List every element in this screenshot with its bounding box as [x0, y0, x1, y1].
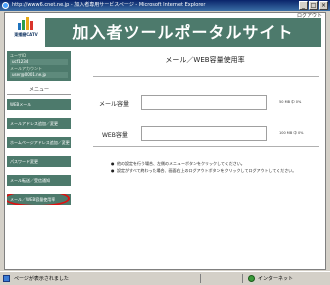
window-controls: _ □ × [299, 1, 328, 10]
page-title: メール／WEB容量使用率 [165, 56, 245, 64]
sidebar-item-mail-forward[interactable]: メール転送／受信通知 [7, 175, 71, 186]
status-bar: ページが表示されました インターネット [0, 271, 330, 285]
close-button[interactable]: × [319, 1, 328, 10]
web-capacity-label: WEB容量 [102, 132, 128, 139]
browser-viewport: 東播磨CATV 加入者ツールポータルサイト ログアウト ユーザID ucf123… [4, 12, 326, 270]
minimize-button[interactable]: _ [299, 1, 308, 10]
status-separator [242, 274, 243, 283]
mail-capacity-label: メール容量 [99, 101, 130, 108]
logout-link[interactable]: ログアウト [297, 13, 322, 19]
status-text: ページが表示されました [14, 276, 69, 282]
page-done-icon [3, 275, 10, 282]
internet-zone-label: インターネット [258, 276, 294, 282]
sidebar-item-mail-address[interactable]: メールアドレス追加／変更 [7, 118, 71, 129]
logo-icon [18, 17, 33, 30]
mail-capacity-usage: 50 MB 中 0% [279, 100, 302, 104]
menu-title: メニュー [7, 86, 71, 95]
web-capacity-meter [141, 126, 267, 141]
brand-name: 東播磨CATV [14, 32, 38, 37]
divider-top [93, 76, 319, 77]
status-separator [200, 274, 201, 283]
sidebar-item-password[interactable]: パスワード変更 [7, 156, 71, 167]
ie-icon [2, 2, 9, 9]
sidebar-item-webmail[interactable]: WEBメール [7, 99, 71, 110]
portal-banner: 加入者ツールポータルサイト [45, 18, 321, 47]
sidebar: ユーザID ucf1234 メールアカウント user@0001.ne.jp メ… [7, 51, 71, 205]
mail-account-value: user@0001.ne.jp [10, 72, 68, 78]
note-logout: 設定がすべて終わった場合、画面右上のログアウトボタンをクリックしてログアウトして… [111, 168, 319, 173]
window-titlebar: http://www6.cnet.ne.jp - 加入者専用サービスページ - … [0, 0, 330, 11]
user-id-value: ucf1234 [10, 59, 68, 65]
window-title: http://www6.cnet.ne.jp - 加入者専用サービスページ - … [12, 2, 206, 8]
account-info: ユーザID ucf1234 メールアカウント user@0001.ne.jp [7, 51, 71, 81]
highlight-circle [7, 194, 70, 205]
mail-capacity-meter [141, 95, 267, 110]
maximize-button[interactable]: □ [309, 1, 318, 10]
notes: 他の設定を行う場合、左側のメニューボタンをクリックしてください。 設定がすべて終… [111, 161, 319, 175]
note-menu: 他の設定を行う場合、左側のメニューボタンをクリックしてください。 [111, 161, 319, 166]
brand-logo: 東播磨CATV [9, 16, 43, 46]
web-capacity-usage: 100 MB 中 0% [279, 131, 304, 135]
sidebar-item-capacity[interactable]: メール／WEB容量使用率 [7, 194, 71, 205]
divider-bottom [93, 146, 319, 147]
internet-zone-icon [248, 275, 255, 282]
sidebar-item-homepage-address[interactable]: ホームページアドレス追加／変更 [7, 137, 71, 148]
